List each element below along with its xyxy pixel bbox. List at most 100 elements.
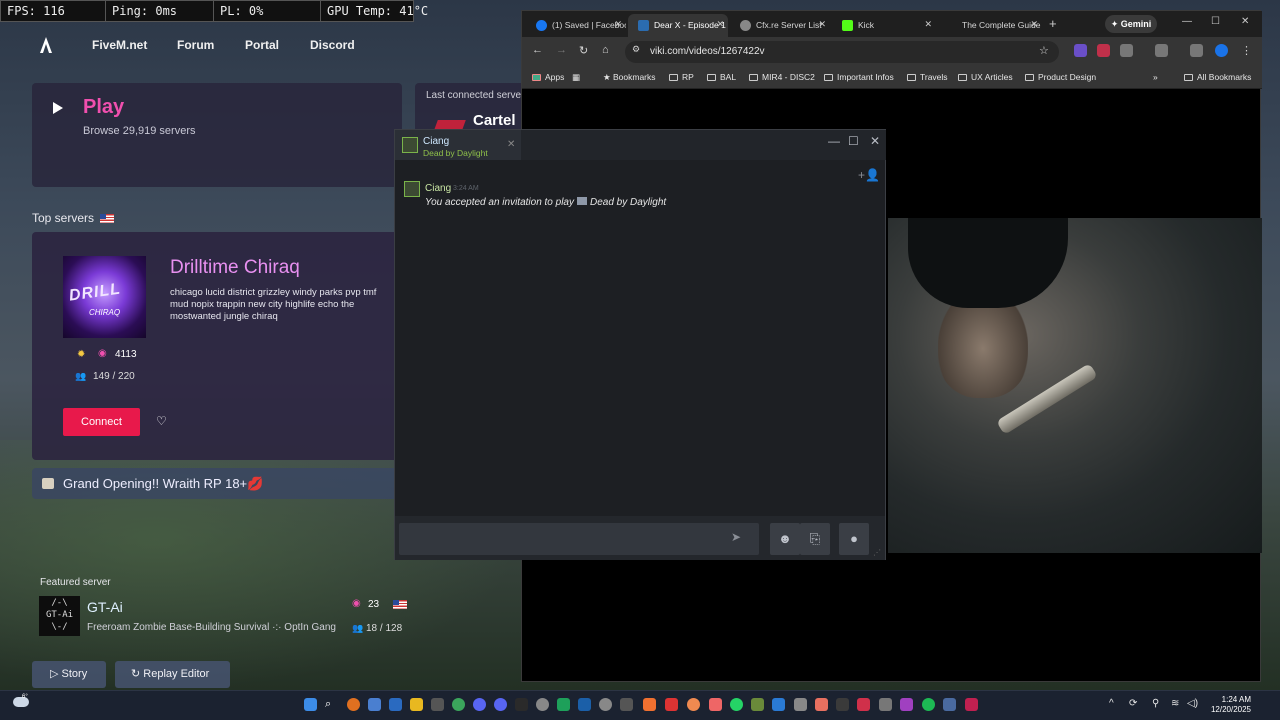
tab-cfx[interactable]: Cfx.re Server List ✕ [730, 14, 830, 37]
app-icon[interactable] [836, 698, 849, 711]
maximize-icon[interactable]: ☐ [848, 134, 859, 148]
app-icon[interactable] [815, 698, 828, 711]
tab-kick[interactable]: Kick ✕ [832, 14, 936, 37]
app-icon[interactable] [900, 698, 913, 711]
bookmark-mir4[interactable]: MIR4 - DISC2 [749, 72, 815, 82]
app-icon[interactable] [515, 698, 528, 711]
bookmark-ux-articles[interactable]: UX Articles [958, 72, 1013, 82]
app-icon[interactable] [599, 698, 612, 711]
reload-icon[interactable]: ↻ [579, 44, 588, 57]
reading-list-icon[interactable] [1190, 44, 1203, 57]
favorite-heart-icon[interactable]: ♡ [156, 414, 167, 428]
app-icon[interactable] [665, 698, 678, 711]
app-icon[interactable] [965, 698, 978, 711]
bookmark-apps[interactable]: Apps [532, 72, 564, 82]
story-button[interactable]: ▷ Story [32, 661, 106, 688]
nav-fivem-net[interactable]: FiveM.net [92, 38, 147, 52]
nav-discord[interactable]: Discord [310, 38, 355, 52]
bookmark-bookmarks[interactable]: ★ Bookmarks [603, 72, 656, 83]
app-icon[interactable] [943, 698, 956, 711]
home-icon[interactable]: ⌂ [602, 44, 609, 56]
bookmark-rp[interactable]: RP [669, 72, 694, 82]
forward-icon[interactable]: → [556, 44, 567, 56]
volume-icon[interactable]: ◁) [1187, 698, 1198, 709]
gemini-button[interactable]: ✦ Gemini [1105, 15, 1157, 33]
show-hidden-icons-icon[interactable]: ^ [1109, 698, 1114, 709]
tab-viki[interactable]: Dear X - Episode 1 ✕ [628, 14, 728, 37]
new-tab-icon[interactable]: + [1049, 16, 1057, 31]
more-bookmarks-icon[interactable]: » [1153, 72, 1158, 82]
close-tab-icon[interactable]: ✕ [924, 19, 932, 30]
close-tab-icon[interactable]: ✕ [614, 19, 622, 30]
chrome-menu-icon[interactable]: ⋮ [1241, 44, 1252, 57]
close-tab-icon[interactable]: ✕ [818, 19, 826, 30]
bookmark-bal[interactable]: BAL [707, 72, 736, 82]
extension-icon[interactable] [1097, 44, 1110, 57]
app-icon[interactable] [857, 698, 870, 711]
replay-editor-button[interactable]: ↻ Replay Editor [115, 661, 230, 688]
extensions-puzzle-icon[interactable] [1120, 44, 1133, 57]
resize-grip-icon[interactable]: ⋰ [873, 548, 881, 557]
wifi-icon[interactable]: ≋ [1171, 698, 1179, 709]
app-icon[interactable] [347, 698, 360, 711]
add-friend-icon[interactable]: +👤 [858, 168, 880, 182]
last-server-name[interactable]: Cartel [473, 112, 521, 129]
app-icon[interactable] [431, 698, 444, 711]
site-info-icon[interactable]: ⚙ [632, 44, 640, 55]
fivem-taskbar-icon[interactable] [643, 698, 656, 711]
back-icon[interactable]: ← [532, 44, 543, 56]
app-icon[interactable] [709, 698, 722, 711]
chat-tab[interactable]: Ciang Dead by Daylight ✕ [395, 130, 521, 160]
send-icon[interactable]: ➤ [731, 530, 741, 544]
featured-server-name[interactable]: GT-Ai [87, 599, 123, 615]
minimize-icon[interactable]: — [828, 134, 840, 148]
url-text[interactable]: viki.com/videos/1267422v [650, 46, 765, 57]
minimize-icon[interactable]: — [1182, 16, 1192, 27]
fivem-logo-icon[interactable] [38, 36, 54, 54]
discord-icon[interactable] [473, 698, 486, 711]
close-window-icon[interactable]: ✕ [870, 134, 880, 148]
voice-button[interactable]: ● [839, 523, 869, 555]
steam-icon[interactable] [578, 698, 591, 711]
spotify-icon[interactable] [922, 698, 935, 711]
sync-icon[interactable]: ⟳ [1129, 698, 1137, 709]
tab-complete-guide[interactable]: The Complete Guide ✕ [938, 14, 1042, 37]
close-tab-icon[interactable]: ✕ [716, 19, 724, 30]
microphone-icon[interactable]: ⚲ [1152, 698, 1159, 709]
whatsapp-icon[interactable] [730, 698, 743, 711]
app-icon[interactable] [687, 698, 700, 711]
app-icon[interactable] [368, 698, 381, 711]
tab-search-icon[interactable] [1155, 44, 1168, 57]
search-icon[interactable]: ⌕ [325, 698, 338, 711]
nav-portal[interactable]: Portal [245, 38, 279, 52]
emoticon-button[interactable]: ☻ [770, 523, 800, 555]
close-chat-tab-icon[interactable]: ✕ [507, 139, 515, 150]
discord-icon[interactable] [494, 698, 507, 711]
close-window-icon[interactable]: ✕ [1241, 16, 1249, 27]
connect-button[interactable]: Connect [63, 408, 140, 436]
app-icon[interactable] [751, 698, 764, 711]
bookmark-travels[interactable]: Travels [907, 72, 948, 82]
maximize-icon[interactable]: ☐ [1211, 16, 1220, 27]
vscode-icon[interactable] [772, 698, 785, 711]
app-icon[interactable] [620, 698, 633, 711]
app-icon[interactable] [794, 698, 807, 711]
bookmark-product-design[interactable]: Product Design [1025, 72, 1096, 82]
play-label[interactable]: Play [83, 96, 124, 119]
all-bookmarks[interactable]: All Bookmarks [1184, 72, 1251, 82]
attachment-button[interactable]: ⎘ [800, 523, 830, 555]
app-icon[interactable] [536, 698, 549, 711]
chrome-taskbar-icon[interactable] [452, 698, 465, 711]
grid-icon[interactable]: ▦ [572, 72, 580, 83]
tab-facebook[interactable]: (1) Saved | Facebook ✕ [526, 14, 626, 37]
chat-message-input[interactable] [399, 523, 759, 555]
nav-forum[interactable]: Forum [177, 38, 214, 52]
start-icon[interactable] [304, 698, 317, 711]
close-tab-icon[interactable]: ✕ [1030, 19, 1038, 30]
file-explorer-icon[interactable] [410, 698, 423, 711]
app-icon[interactable] [879, 698, 892, 711]
extension-icon[interactable] [1074, 44, 1087, 57]
server-name[interactable]: Drilltime Chiraq [170, 257, 300, 279]
app-icon[interactable] [557, 698, 570, 711]
system-clock[interactable]: 1:24 AM 12/20/2025 [1209, 695, 1251, 715]
